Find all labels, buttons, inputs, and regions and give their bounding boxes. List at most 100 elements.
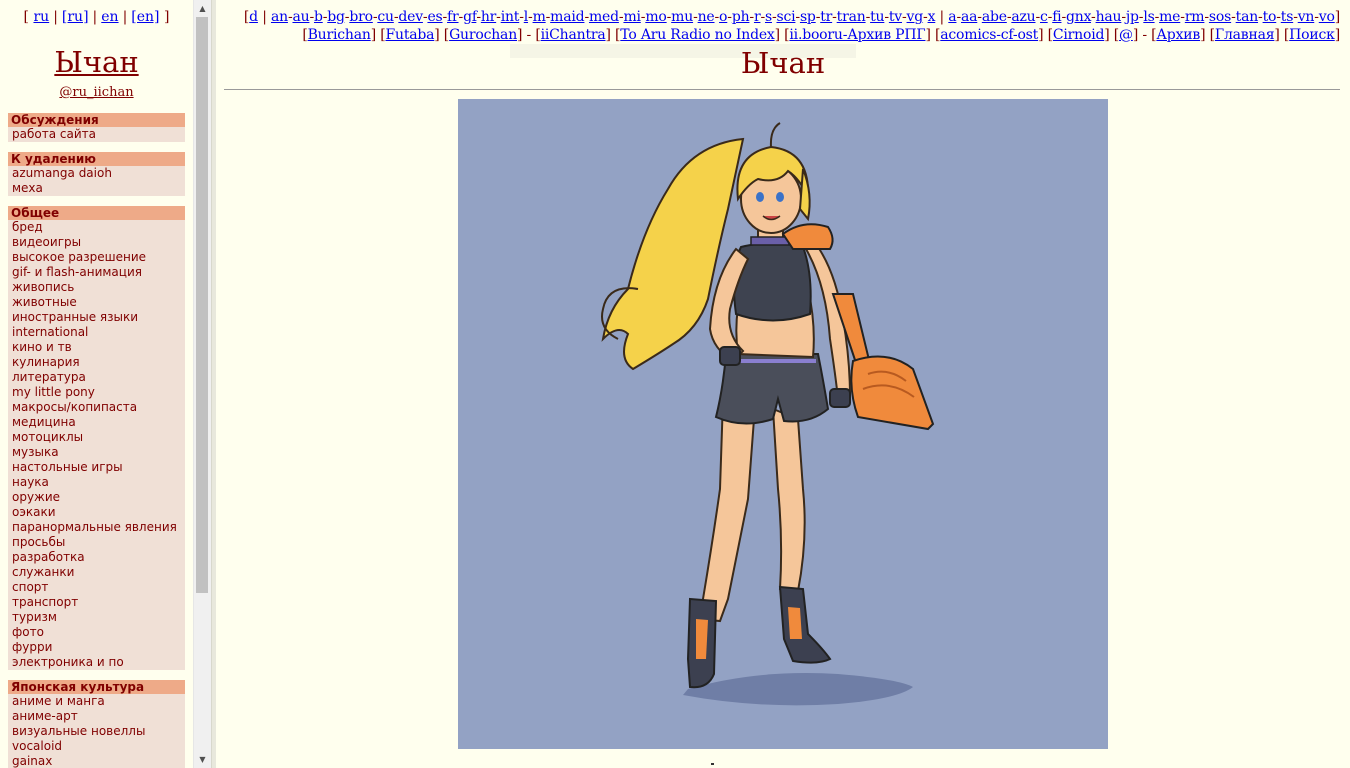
nav-board-link[interactable]: hr [481, 9, 497, 25]
nav-style-link[interactable]: Futaba [385, 27, 434, 43]
nav-board-link[interactable]: tan [1236, 9, 1259, 25]
nav-board-link[interactable]: me [1159, 9, 1180, 25]
nav-board-link[interactable]: cu [377, 9, 394, 25]
sidebar-board-link[interactable]: бред [8, 220, 185, 235]
site-handle-link[interactable]: @ru_iichan [0, 85, 193, 100]
nav-board-link[interactable]: vg [907, 9, 924, 25]
nav-site-link[interactable]: Cirnoid [1053, 27, 1105, 43]
nav-board-link[interactable]: sp [800, 9, 816, 25]
sidebar-board-link[interactable]: фото [8, 625, 185, 640]
sidebar-board-link[interactable]: наука [8, 475, 185, 490]
nav-board-link[interactable]: bro [349, 9, 373, 25]
nav-board-link[interactable]: ls [1143, 9, 1154, 25]
sidebar-board-link[interactable]: аниме и манга [8, 694, 185, 709]
scroll-up-arrow-icon[interactable]: ▲ [194, 0, 211, 17]
sidebar-board-link[interactable]: спорт [8, 580, 185, 595]
site-logo-link[interactable]: Ычан [0, 45, 193, 79]
nav-site-link[interactable]: ii.booru-Архив РПГ [789, 27, 925, 43]
nav-board-link[interactable]: gf [463, 9, 476, 25]
sidebar-board-link[interactable]: музыка [8, 445, 185, 460]
sidebar-board-link[interactable]: аниме-арт [8, 709, 185, 724]
sidebar-board-link[interactable]: транспорт [8, 595, 185, 610]
nav-board-link[interactable]: an [271, 9, 288, 25]
scroll-thumb[interactable] [196, 17, 208, 593]
nav-style-link[interactable]: Gurochan [449, 27, 517, 43]
nav-board-link[interactable]: b [314, 9, 323, 25]
sidebar-board-link[interactable]: паранормальные явления [8, 520, 185, 535]
sidebar-board-link[interactable]: высокое разрешение [8, 250, 185, 265]
nav-search-link[interactable]: Поиск [1289, 27, 1335, 43]
sidebar-board-link[interactable]: работа сайта [8, 127, 185, 142]
nav-style-link[interactable]: Burichan [308, 27, 371, 43]
sidebar-board-link[interactable]: фурри [8, 640, 185, 655]
sidebar-section-title[interactable]: Обсуждения [8, 113, 185, 127]
sidebar-board-link[interactable]: кино и тв [8, 340, 185, 355]
nav-board-link[interactable]: mi [623, 9, 641, 25]
nav-board-link[interactable]: ts [1281, 9, 1294, 25]
nav-home-link[interactable]: Главная [1215, 27, 1275, 43]
nav-board-link[interactable]: es [427, 9, 442, 25]
nav-board-link[interactable]: rm [1185, 9, 1205, 25]
nav-board-link[interactable]: tv [889, 9, 902, 25]
sidebar-board-link[interactable]: медицина [8, 415, 185, 430]
sidebar-board-link[interactable]: макросы/копипаста [8, 400, 185, 415]
sidebar-board-link[interactable]: визуальные новеллы [8, 724, 185, 739]
nav-board-link[interactable]: fr [447, 9, 459, 25]
sidebar-board-link[interactable]: литература [8, 370, 185, 385]
nav-board-link[interactable]: to [1263, 9, 1277, 25]
sidebar-board-link[interactable]: меха [8, 181, 185, 196]
nav-board-link[interactable]: ne [698, 9, 715, 25]
scroll-down-arrow-icon[interactable]: ▼ [194, 751, 211, 768]
nav-board-link[interactable]: s [765, 9, 772, 25]
nav-board-link[interactable]: vn [1298, 9, 1315, 25]
nav-board-link[interactable]: d [249, 9, 258, 25]
nav-site-link[interactable]: To Aru Radio no Index [620, 27, 775, 43]
nav-board-link[interactable]: mo [645, 9, 667, 25]
sidebar-board-link[interactable]: мотоциклы [8, 430, 185, 445]
sidebar-section-title[interactable]: Общее [8, 206, 185, 220]
lang-link-ru[interactable]: ru [33, 9, 49, 25]
nav-board-link[interactable]: tran [837, 9, 866, 25]
nav-board-link[interactable]: c [1040, 9, 1048, 25]
sidebar-board-link[interactable]: my little pony [8, 385, 185, 400]
sidebar-board-link[interactable]: azumanga daioh [8, 166, 185, 181]
nav-board-link[interactable]: dev [398, 9, 423, 25]
sidebar-board-link[interactable]: оружие [8, 490, 185, 505]
nav-board-link[interactable]: sci [777, 9, 796, 25]
sidebar-board-link[interactable]: животные [8, 295, 185, 310]
sidebar-board-link[interactable]: кулинария [8, 355, 185, 370]
sidebar-board-link[interactable]: vocaloid [8, 739, 185, 754]
sidebar-board-link[interactable]: просьбы [8, 535, 185, 550]
sidebar-board-link[interactable]: оэкаки [8, 505, 185, 520]
nav-board-link[interactable]: ph [732, 9, 750, 25]
sidebar-board-link[interactable]: gif- и flash-анимация [8, 265, 185, 280]
sidebar-board-link[interactable]: настольные игры [8, 460, 185, 475]
nav-board-link[interactable]: maid [550, 9, 584, 25]
sidebar-board-link[interactable]: живопись [8, 280, 185, 295]
nav-board-link[interactable]: aa [961, 9, 978, 25]
sidebar-board-link[interactable]: видеоигры [8, 235, 185, 250]
nav-board-link[interactable]: m [533, 9, 546, 25]
nav-board-link[interactable]: vo [1319, 9, 1335, 25]
nav-site-link[interactable]: iiChantra [541, 27, 606, 43]
nav-site-link[interactable]: @ [1119, 27, 1133, 43]
nav-board-link[interactable]: tr [820, 9, 832, 25]
nav-site-link[interactable]: acomics-cf-ost [940, 27, 1038, 43]
nav-board-link[interactable]: bg [327, 9, 345, 25]
sidebar-board-link[interactable]: электроника и по [8, 655, 185, 670]
nav-board-link[interactable]: azu [1011, 9, 1035, 25]
sidebar-board-link[interactable]: иностранные языки [8, 310, 185, 325]
sidebar-board-link[interactable]: разработка [8, 550, 185, 565]
nav-board-link[interactable]: gnx [1066, 9, 1091, 25]
nav-board-link[interactable]: jp [1126, 9, 1139, 25]
nav-board-link[interactable]: au [292, 9, 309, 25]
nav-board-link[interactable]: int [501, 9, 520, 25]
sidebar-section-title[interactable]: К удалению [8, 152, 185, 166]
lang-link-en[interactable]: en [101, 9, 118, 25]
nav-board-link[interactable]: tu [870, 9, 884, 25]
sidebar-board-link[interactable]: gainax [8, 754, 185, 768]
sidebar-scrollbar[interactable]: ▲ ▼ [193, 0, 211, 768]
nav-board-link[interactable]: hau [1096, 9, 1122, 25]
nav-board-link[interactable]: mu [671, 9, 693, 25]
lang-link-ru-frames[interactable]: [ru] [62, 9, 89, 25]
